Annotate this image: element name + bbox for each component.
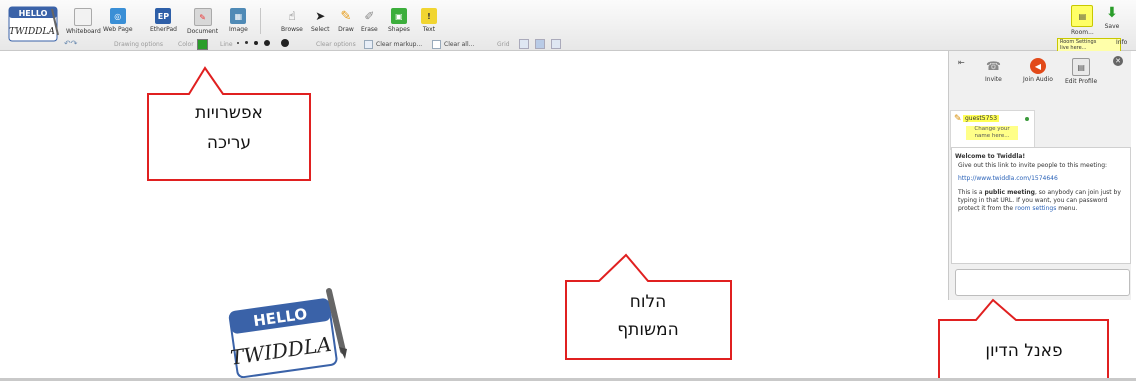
online-status-dot	[1025, 117, 1029, 121]
browse-button[interactable]: ☝ Browse	[281, 8, 303, 33]
erase-label: Erase	[361, 26, 378, 33]
image-icon: ▦	[230, 8, 247, 24]
join-audio-label: Join Audio	[1023, 76, 1053, 83]
etherpad-icon: EP	[155, 8, 172, 24]
color-label: Color	[178, 41, 194, 48]
whiteboard-button[interactable]: Whiteboard	[66, 8, 101, 35]
guest-name[interactable]: guest5753	[963, 115, 1000, 122]
grid-option-none[interactable]	[519, 39, 529, 49]
public-text-1: This is a	[958, 189, 983, 196]
whiteboard-canvas[interactable]	[0, 51, 947, 378]
color-picker[interactable]	[197, 39, 208, 50]
shared-board-callout: הלוח המשותף	[617, 292, 679, 340]
grid-label: Grid	[497, 41, 510, 48]
main-toolbar: HELLO TWIDDLA Whiteboard ◎ Web Page EP E…	[0, 0, 1136, 53]
meeting-link[interactable]: http://www.twiddla.com/1574646	[958, 175, 1058, 182]
etherpad-label: EtherPad	[150, 26, 177, 33]
save-label: Save	[1104, 23, 1120, 30]
draw-label: Draw	[338, 26, 354, 33]
save-icon: ⬇	[1106, 5, 1118, 21]
shapes-label: Shapes	[388, 26, 410, 33]
drawing-options-label: Drawing options	[114, 41, 163, 48]
clear-options-label: Clear options	[316, 41, 356, 48]
line-label: Line	[220, 41, 233, 48]
etherpad-button[interactable]: EP EtherPad	[150, 8, 177, 33]
text-icon: !	[421, 8, 437, 24]
messages-area: Welcome to Twiddla! Give out this link t…	[951, 147, 1131, 264]
edit-profile-button[interactable]: ▤ Edit Profile	[1065, 58, 1097, 85]
pencil-icon: ✎	[954, 114, 962, 124]
invite-button[interactable]: ☎ Invite	[985, 58, 1002, 83]
whiteboard-label: Whiteboard	[66, 28, 101, 35]
shapes-button[interactable]: ▣ Shapes	[388, 8, 410, 33]
document-icon: ✎	[193, 8, 212, 26]
twiddla-watermark-logo: HELLO TWIDDLA	[225, 287, 360, 385]
erase-button[interactable]: ✐ Erase	[361, 8, 378, 33]
grid-option-large[interactable]	[551, 39, 561, 49]
toolbar-divider	[260, 8, 261, 34]
public-meeting-text: This is a public meeting, so anybody can…	[958, 189, 1126, 213]
text-label: Text	[422, 26, 436, 33]
web-page-button[interactable]: ◎ Web Page	[103, 8, 133, 33]
chat-input[interactable]	[955, 269, 1130, 296]
shapes-icon: ▣	[390, 8, 407, 24]
logo-hello: HELLO	[19, 9, 48, 18]
change-name-hint[interactable]: Change your name here...	[966, 126, 1018, 140]
text-button[interactable]: ! Text	[421, 8, 437, 33]
room-button[interactable]: ▤ Room...	[1071, 5, 1094, 36]
room-label: Room...	[1071, 29, 1094, 36]
collapse-panel-icon[interactable]: ⇤	[958, 58, 965, 67]
clear-all-button[interactable]: Clear all...	[444, 41, 474, 48]
welcome-title: Welcome to Twiddla!	[955, 153, 1026, 160]
close-panel-icon[interactable]: ✕	[1113, 56, 1123, 66]
clear-all-icon	[432, 40, 441, 49]
invite-label: Invite	[985, 76, 1002, 83]
options-row: ↶↷ Drawing options Color Line Clear opti…	[0, 39, 1136, 50]
line-size-1[interactable]	[237, 42, 239, 44]
select-label: Select	[311, 26, 330, 33]
line-size-4[interactable]	[264, 40, 270, 46]
logo-name: TWIDDLA	[9, 27, 55, 37]
clear-markup-button[interactable]: Clear markup...	[376, 41, 422, 48]
edit-profile-icon: ▤	[1072, 58, 1091, 76]
line-size-2[interactable]	[245, 41, 248, 44]
public-bold: public meeting	[984, 189, 1035, 196]
public-text-3: menu.	[1058, 205, 1078, 212]
browse-icon: ☝	[288, 9, 296, 23]
draw-icon: ✎	[340, 8, 352, 24]
grid-option-small[interactable]	[535, 39, 545, 49]
edit-profile-label: Edit Profile	[1065, 78, 1098, 85]
line-size-5[interactable]	[281, 39, 289, 47]
image-button[interactable]: ▦ Image	[229, 8, 248, 33]
join-audio-button[interactable]: ◀ Join Audio	[1023, 58, 1053, 83]
document-label: Document	[187, 28, 219, 35]
web-page-icon: ◎	[109, 8, 126, 24]
etherpad-glyph: EP	[157, 11, 170, 21]
image-label: Image	[229, 26, 248, 33]
room-settings-link[interactable]: room settings	[1015, 205, 1056, 212]
twiddla-logo: HELLO TWIDDLA	[8, 5, 60, 43]
discussion-panel-callout: פאנל הדיון	[985, 341, 1063, 361]
select-icon: ➤	[315, 9, 326, 23]
erase-icon: ✐	[364, 9, 375, 23]
browse-label: Browse	[281, 26, 303, 33]
document-button[interactable]: ✎ Document	[187, 8, 218, 35]
save-button[interactable]: ⬇ Save	[1104, 5, 1120, 30]
clear-markup-icon	[364, 40, 373, 49]
select-button[interactable]: ➤ Select	[311, 8, 330, 33]
invite-icon: ☎	[985, 59, 1001, 73]
draw-button[interactable]: ✎ Draw	[338, 8, 354, 34]
room-icon: ▤	[1071, 5, 1094, 27]
welcome-line: Give out this link to invite people to t…	[958, 162, 1108, 169]
editing-options-callout: אפשרויות עריכה	[195, 103, 263, 153]
undo-redo-icon[interactable]: ↶↷	[64, 39, 77, 48]
web-page-label: Web Page	[103, 26, 133, 33]
line-size-3[interactable]	[254, 41, 258, 45]
whiteboard-icon	[74, 8, 93, 26]
join-audio-icon: ◀	[1029, 58, 1046, 74]
